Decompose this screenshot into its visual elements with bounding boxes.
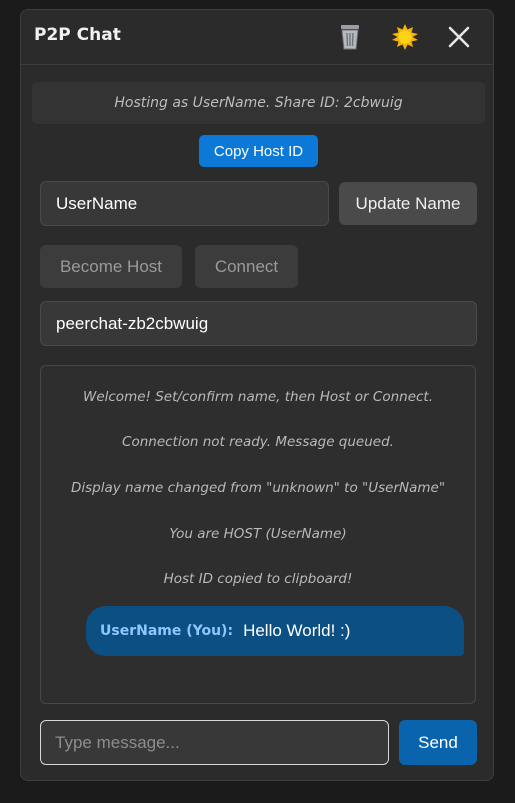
title-bar: P2P Chat	[21, 10, 493, 65]
sun-icon[interactable]	[390, 22, 420, 52]
name-input-value: UserName	[56, 193, 138, 213]
update-name-button[interactable]: Update Name	[339, 182, 477, 225]
connect-button[interactable]: Connect	[195, 245, 298, 288]
message-input[interactable]	[40, 720, 389, 765]
chat-window: P2P Chat Hosting as UserName. Share ID: …	[20, 9, 494, 781]
system-message: Host ID copied to clipboard!	[163, 571, 353, 587]
system-message: Welcome! Set/confirm name, then Host or …	[82, 389, 434, 405]
copy-host-id-button[interactable]: Copy Host ID	[199, 135, 318, 167]
window-title: P2P Chat	[34, 25, 121, 45]
send-button[interactable]: Send	[399, 720, 477, 765]
system-message: Connection not ready. Message queued.	[122, 434, 394, 450]
chat-log[interactable]: Welcome! Set/confirm name, then Host or …	[40, 365, 476, 704]
peer-id-input[interactable]: peerchat-zb2cbwuig	[40, 301, 477, 346]
trash-icon[interactable]	[335, 22, 365, 52]
name-input[interactable]: UserName	[40, 181, 329, 226]
system-message: You are HOST (UserName)	[169, 526, 347, 542]
become-host-button[interactable]: Become Host	[40, 245, 182, 288]
user-message-bubble: UserName (You): Hello World! :)	[86, 606, 464, 656]
system-message: Display name changed from "unknown" to "…	[70, 480, 446, 496]
host-status: Hosting as UserName. Share ID: 2cbwuig	[32, 82, 485, 124]
peer-id-value: peerchat-zb2cbwuig	[56, 313, 209, 333]
host-status-text: Hosting as UserName. Share ID: 2cbwuig	[114, 95, 403, 111]
message-text: Hello World! :)	[243, 621, 351, 640]
close-icon[interactable]	[444, 22, 474, 52]
message-sender: UserName (You):	[100, 623, 234, 639]
